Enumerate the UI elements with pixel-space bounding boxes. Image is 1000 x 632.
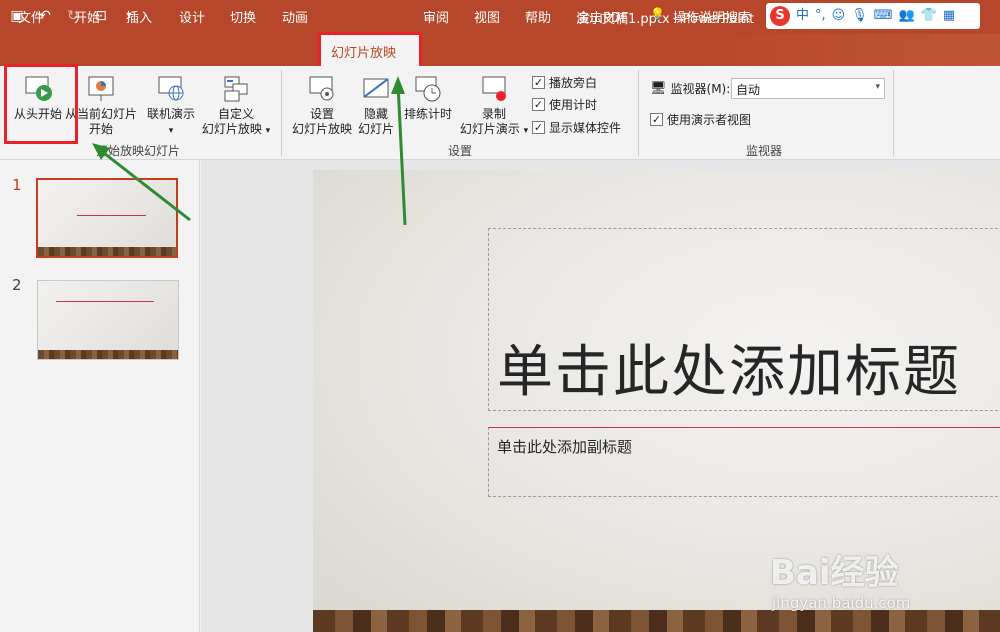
annotation-arrows: [92, 76, 407, 226]
baidu-watermark: Bai经验 jingyan.baidu.com: [770, 545, 910, 612]
watermark-main: Bai经验: [770, 553, 899, 593]
annotation-arrow-2: [396, 83, 407, 226]
arrowhead-icon: [391, 76, 405, 94]
watermark-sub: jingyan.baidu.com: [772, 594, 911, 612]
annotation-arrow-1: [99, 148, 191, 222]
